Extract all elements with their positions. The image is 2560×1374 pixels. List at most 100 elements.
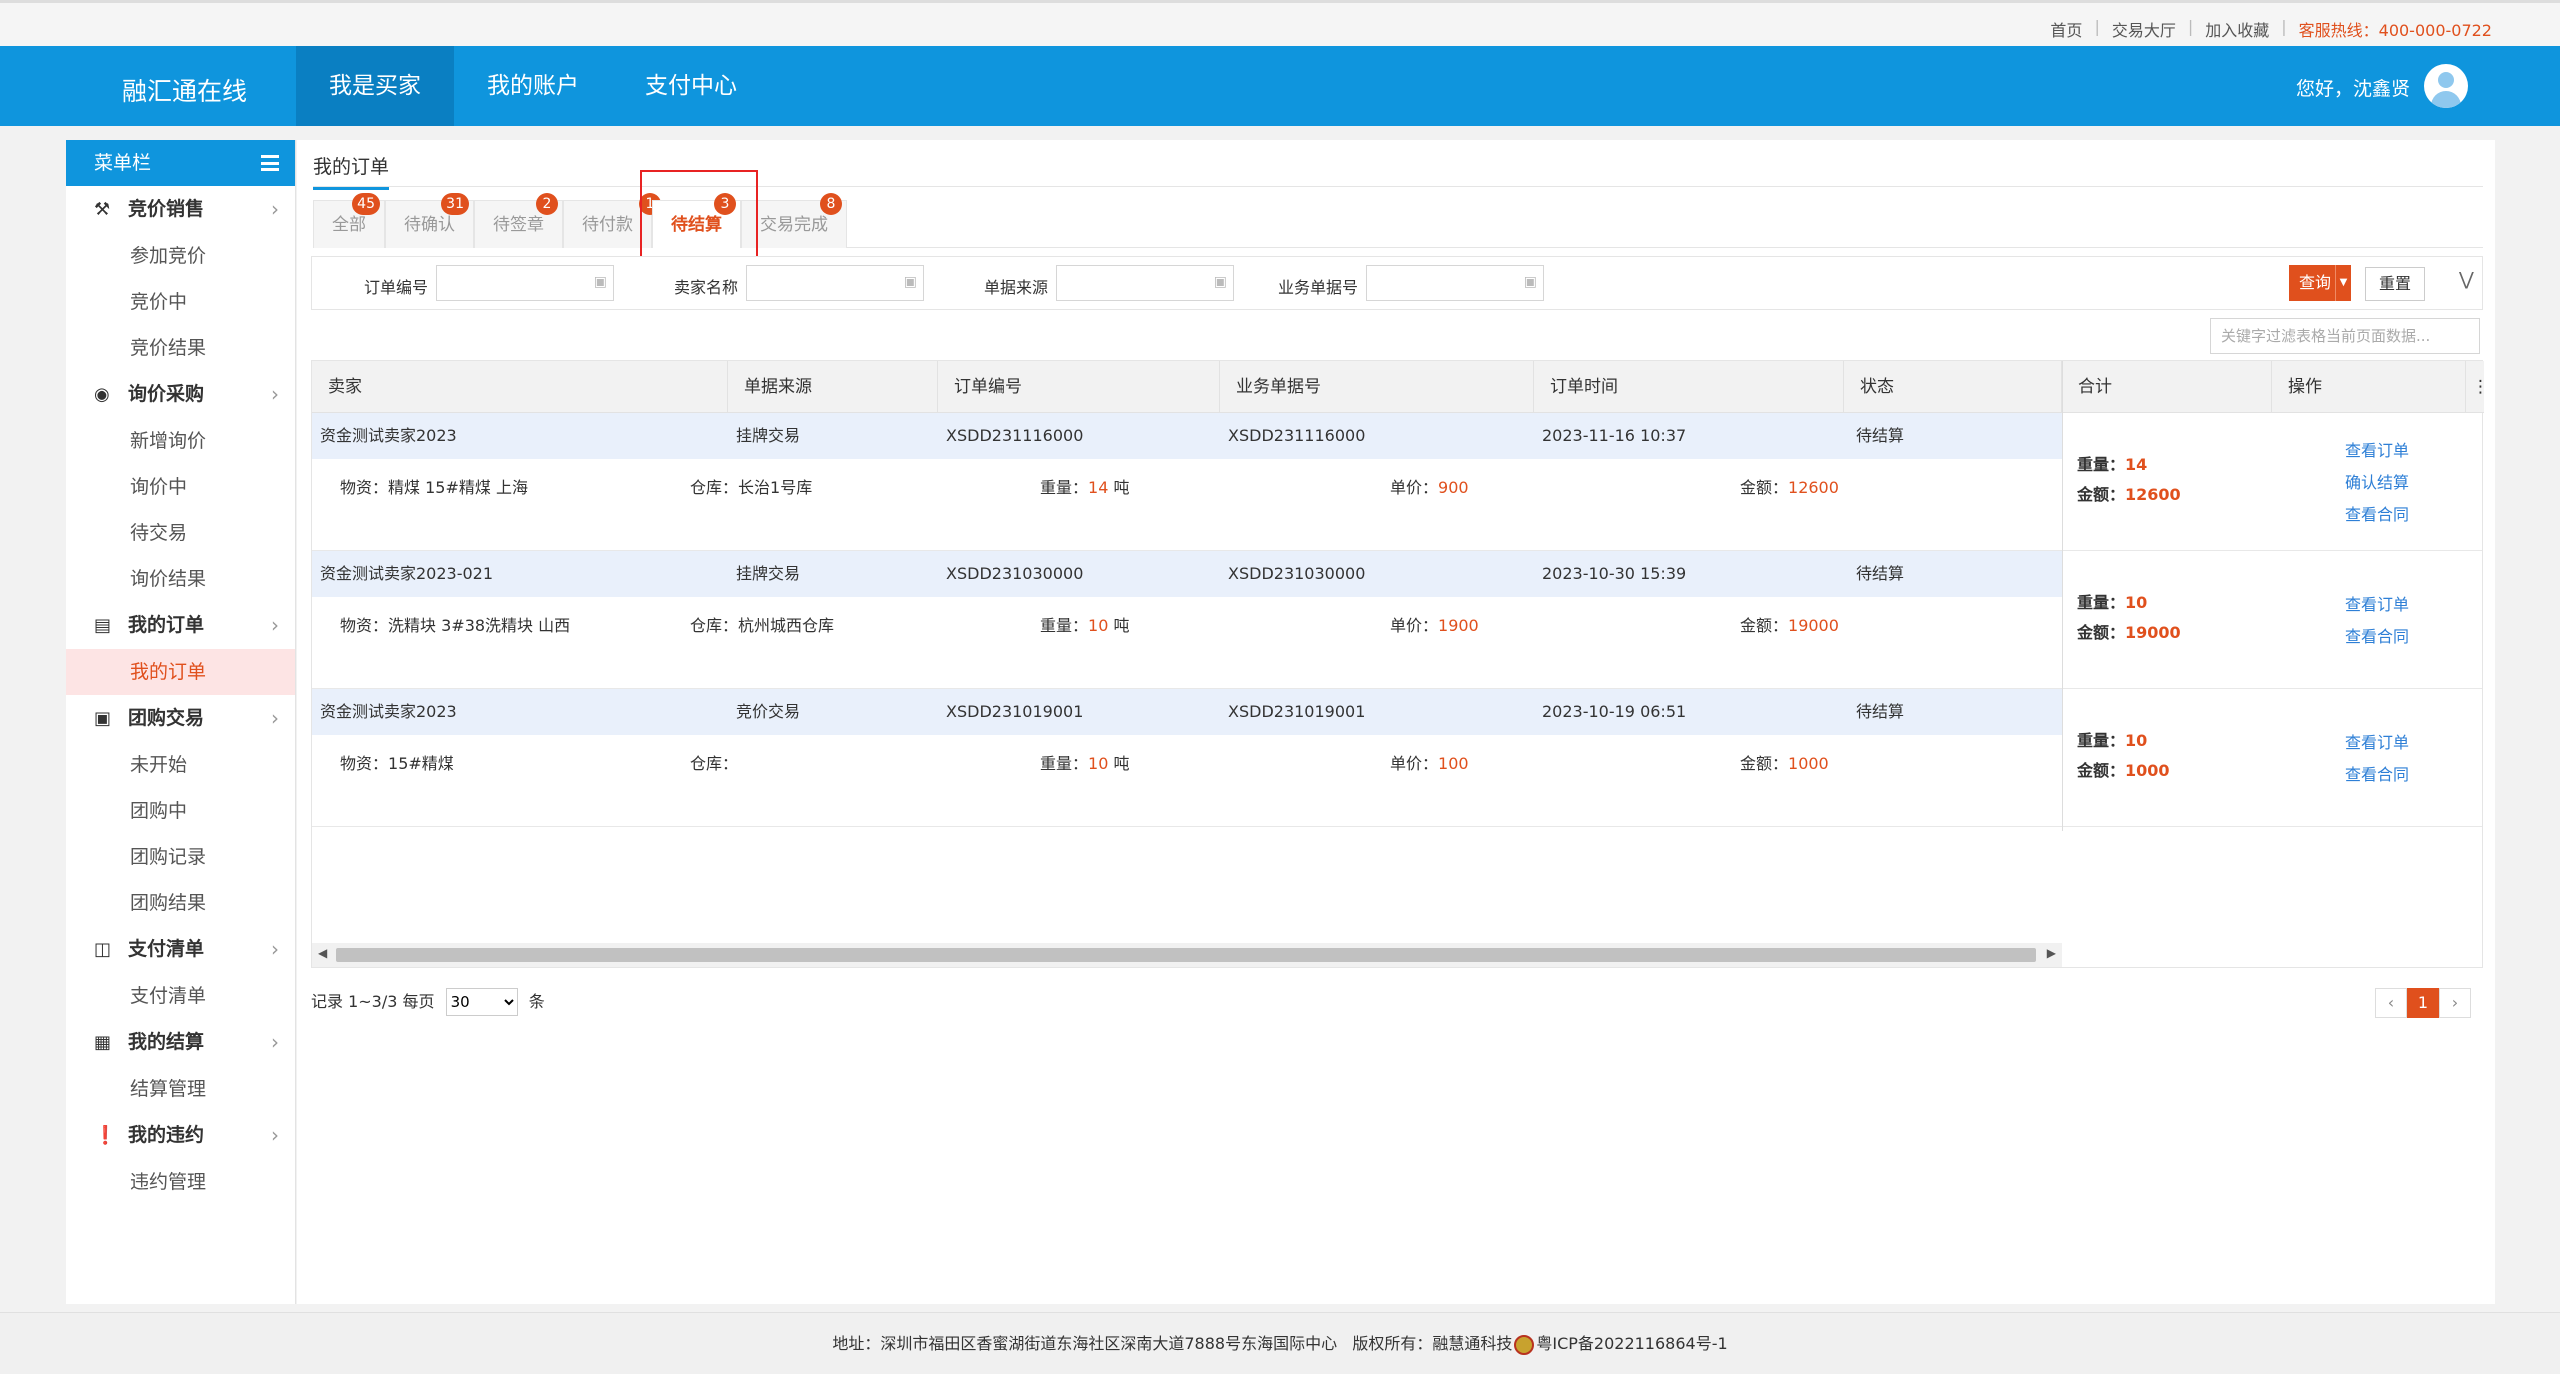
- table-row[interactable]: 资金测试卖家2023-021 挂牌交易 XSDD231030000 XSDD23…: [312, 551, 2062, 597]
- seller-label: 卖家名称: [674, 278, 739, 297]
- more-vert-icon[interactable]: ⋮: [2466, 361, 2489, 413]
- sidebar-item-bidding[interactable]: 竞价中: [66, 279, 295, 325]
- next-page-icon[interactable]: ›: [2439, 988, 2471, 1018]
- footer-icp[interactable]: 粤ICP备2022116864号-1: [1536, 1334, 1727, 1353]
- sidebar-item-new-inquiry[interactable]: 新增询价: [66, 418, 295, 464]
- query-button[interactable]: 查询 ▼: [2289, 265, 2351, 301]
- detail-material: 物资：15#精煤: [340, 754, 454, 773]
- sidebar-item-pending-trade[interactable]: 待交易: [66, 510, 295, 556]
- col-status[interactable]: 状态: [1844, 361, 2062, 413]
- tab-label: 待结算: [671, 215, 722, 235]
- clear-icon[interactable]: ▣: [594, 274, 607, 290]
- user-greeting: 您好，沈鑫贤: [2295, 78, 2410, 100]
- nav-payment[interactable]: 支付中心: [612, 46, 770, 126]
- tab-label: 待付款: [582, 215, 633, 235]
- tab-all[interactable]: 全部 45: [313, 193, 385, 248]
- detail-amount: 金额：19000: [1740, 616, 1839, 635]
- tab-label: 交易完成: [760, 215, 828, 235]
- col-biz-no[interactable]: 业务单据号: [1220, 361, 1534, 413]
- clear-icon[interactable]: ▣: [1214, 274, 1227, 290]
- count-badge: 3: [714, 193, 736, 215]
- source-input[interactable]: ▣: [1056, 265, 1234, 301]
- orders-table: 卖家 单据来源 订单编号 业务单据号 订单时间 状态 合计 操作 ⋮ 资金测试卖…: [311, 360, 2489, 968]
- link-home[interactable]: 首页: [2050, 17, 2082, 41]
- view-contract-link[interactable]: 查看合同: [2345, 623, 2409, 647]
- col-order-time[interactable]: 订单时间: [1534, 361, 1844, 413]
- clear-icon[interactable]: ▣: [904, 274, 917, 290]
- sidebar-item-inquiry-result[interactable]: 询价结果: [66, 556, 295, 602]
- order-no-input[interactable]: ▣: [436, 265, 614, 301]
- brand-logo[interactable]: 融汇通在线: [122, 72, 247, 108]
- keyword-filter-input[interactable]: 关键字过滤表格当前页面数据...: [2210, 318, 2480, 354]
- seller-input[interactable]: ▣: [746, 265, 924, 301]
- sidebar-group-default[interactable]: ❗ 我的违约 ›: [66, 1112, 295, 1159]
- expand-chevron-icon[interactable]: ⋁: [2459, 269, 2474, 290]
- detail-amount: 金额：1000: [1740, 754, 1829, 773]
- order-tabs: 全部 45 待确认 31 待签章 2 待付款 1 待结算 3 交易完成 8: [313, 193, 2483, 248]
- detail-warehouse: 仓库：: [690, 754, 739, 773]
- sidebar-item-join-bid[interactable]: 参加竞价: [66, 233, 295, 279]
- cell-biz-no: XSDD231116000: [1228, 426, 1366, 445]
- filter-bar: 订单编号 ▣ 卖家名称 ▣ 单据来源 ▣ 业务单据号 ▣ 查询 ▼ 重置 ⋁: [311, 256, 2483, 310]
- source-label: 单据来源: [984, 278, 1049, 297]
- reset-button[interactable]: 重置: [2365, 267, 2425, 301]
- scroll-left-icon[interactable]: ◀: [318, 946, 327, 960]
- count-badge: 45: [352, 193, 380, 215]
- col-seller[interactable]: 卖家: [312, 361, 728, 413]
- sidebar-group-settlement[interactable]: ▦ 我的结算 ›: [66, 1019, 295, 1066]
- sidebar-group-my-orders[interactable]: ▤ 我的订单 ›: [66, 602, 295, 649]
- sidebar-item-my-orders[interactable]: 我的订单: [66, 649, 295, 695]
- detail-weight: 重量：10 吨: [1040, 754, 1130, 773]
- tab-pending-settlement[interactable]: 待结算 3: [652, 193, 741, 248]
- nav-buyer[interactable]: 我是买家: [296, 46, 454, 126]
- sidebar-group-payment-list[interactable]: ◫ 支付清单 ›: [66, 926, 295, 973]
- sidebar-item-group-results[interactable]: 团购结果: [66, 880, 295, 926]
- nav-account[interactable]: 我的账户: [454, 46, 612, 126]
- biz-no-input[interactable]: ▣: [1366, 265, 1544, 301]
- col-source[interactable]: 单据来源: [728, 361, 938, 413]
- tab-pending-payment[interactable]: 待付款 1: [563, 193, 661, 248]
- pagination: ‹ 1 ›: [2375, 988, 2471, 1018]
- sidebar-item-settlement-manage[interactable]: 结算管理: [66, 1066, 295, 1112]
- sidebar-group-group-buy[interactable]: ▣ 团购交易 ›: [66, 695, 295, 742]
- sidebar-item-default-manage[interactable]: 违约管理: [66, 1159, 295, 1205]
- page-size-select[interactable]: 30: [445, 988, 518, 1016]
- sidebar-group-bidding-sales[interactable]: ⚒ 竞价销售 ›: [66, 186, 295, 233]
- detail-warehouse: 仓库：杭州城西仓库: [690, 616, 835, 635]
- sidebar-item-not-started[interactable]: 未开始: [66, 742, 295, 788]
- detail-price: 单价：900: [1390, 478, 1469, 497]
- prev-page-icon[interactable]: ‹: [2375, 988, 2407, 1018]
- col-order-no[interactable]: 订单编号: [938, 361, 1220, 413]
- sidebar-group-inquiry[interactable]: ◉ 询价采购 ›: [66, 371, 295, 418]
- view-order-link[interactable]: 查看订单: [2345, 729, 2409, 753]
- chevron-right-icon: ›: [271, 382, 279, 406]
- scroll-right-icon[interactable]: ▶: [2047, 946, 2056, 960]
- group-label: 我的违约: [128, 1124, 205, 1146]
- sidebar-item-inquiring[interactable]: 询价中: [66, 464, 295, 510]
- cell-time: 2023-11-16 10:37: [1542, 426, 1687, 445]
- horizontal-scrollbar[interactable]: ◀ ▶: [312, 943, 2062, 967]
- table-row[interactable]: 资金测试卖家2023 挂牌交易 XSDD231116000 XSDD231116…: [312, 413, 2062, 459]
- menu-toggle-icon[interactable]: [261, 155, 279, 171]
- view-order-link[interactable]: 查看订单: [2345, 437, 2409, 461]
- clear-icon[interactable]: ▣: [1524, 274, 1537, 290]
- page-number[interactable]: 1: [2407, 988, 2439, 1018]
- table-row[interactable]: 资金测试卖家2023 竞价交易 XSDD231019001 XSDD231019…: [312, 689, 2062, 735]
- avatar[interactable]: [2424, 64, 2468, 108]
- tab-pending-sign[interactable]: 待签章 2: [474, 193, 563, 248]
- sidebar-item-payment-list[interactable]: 支付清单: [66, 973, 295, 1019]
- confirm-settlement-link[interactable]: 确认结算: [2345, 469, 2409, 493]
- link-favorite[interactable]: 加入收藏: [2205, 17, 2269, 41]
- caret-down-icon[interactable]: ▼: [2335, 265, 2351, 301]
- link-trading-hall[interactable]: 交易大厅: [2112, 17, 2176, 41]
- scrollbar-thumb[interactable]: [336, 948, 2036, 962]
- sidebar-item-group-records[interactable]: 团购记录: [66, 834, 295, 880]
- sidebar-item-group-buying[interactable]: 团购中: [66, 788, 295, 834]
- tab-completed[interactable]: 交易完成 8: [741, 193, 847, 248]
- view-contract-link[interactable]: 查看合同: [2345, 761, 2409, 785]
- calculator-icon: ▦: [94, 1032, 112, 1053]
- sidebar-item-bid-result[interactable]: 竞价结果: [66, 325, 295, 371]
- tab-pending-confirm[interactable]: 待确认 31: [385, 193, 474, 248]
- view-order-link[interactable]: 查看订单: [2345, 591, 2409, 615]
- view-contract-link[interactable]: 查看合同: [2345, 501, 2409, 525]
